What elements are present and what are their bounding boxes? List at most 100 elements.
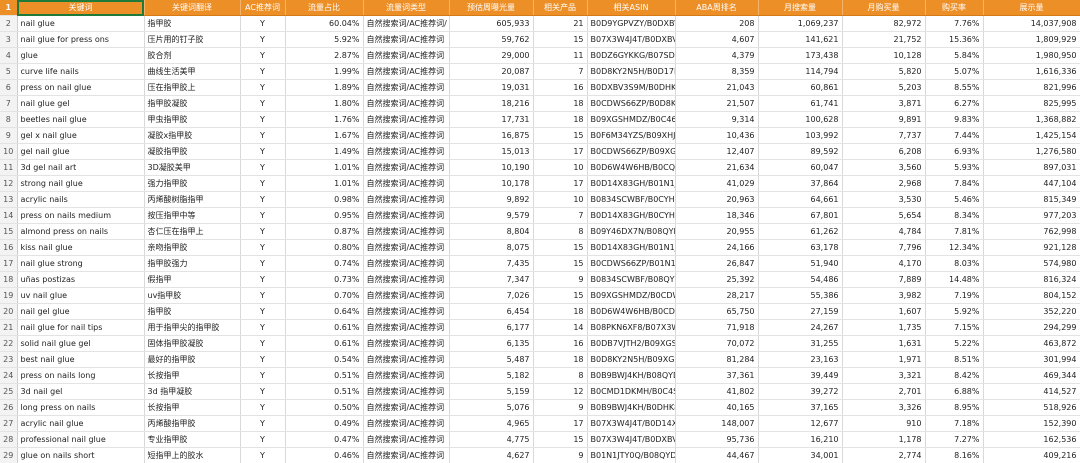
cell-traffic-share[interactable]: 0.47%	[285, 431, 364, 448]
cell-monthly-searches[interactable]: 64,661	[758, 191, 843, 208]
cell-related-asin[interactable]: B0D9YGPVZY/B0DXBV3	[587, 15, 676, 32]
cell-monthly-searches[interactable]: 39,449	[758, 367, 843, 384]
cell-ac-recommended[interactable]: Y	[240, 47, 286, 64]
cell-keyword-translation[interactable]: 3D凝胶美甲	[144, 159, 241, 176]
cell-weekly-impressions[interactable]: 5,182	[449, 367, 534, 384]
cell-aba-weekly-rank[interactable]: 10,436	[675, 127, 759, 144]
cell-aba-weekly-rank[interactable]: 21,043	[675, 79, 759, 96]
cell-related-products[interactable]: 14	[533, 319, 588, 336]
cell-traffic-share[interactable]: 1.89%	[285, 79, 364, 96]
cell-monthly-searches[interactable]: 89,592	[758, 143, 843, 160]
cell-purchase-rate[interactable]: 7.19%	[925, 287, 984, 304]
cell-weekly-impressions[interactable]: 9,579	[449, 207, 534, 224]
cell-traffic-keyword-type[interactable]: 自然搜索词/AC推荐词	[363, 431, 450, 448]
cell-ac-recommended[interactable]: Y	[240, 319, 286, 336]
cell-keyword[interactable]: acrylic nails	[17, 191, 145, 208]
row-number[interactable]: 1	[0, 0, 18, 16]
cell-aba-weekly-rank[interactable]: 9,314	[675, 111, 759, 128]
cell-related-products[interactable]: 11	[533, 47, 588, 64]
column-header-purchase-rate[interactable]: 购买率	[925, 0, 984, 16]
cell-keyword-translation[interactable]: 专业指甲胶	[144, 431, 241, 448]
cell-keyword-translation[interactable]: 指甲胶	[144, 303, 241, 320]
cell-keyword-translation[interactable]: 指甲胶强力	[144, 255, 241, 272]
cell-impressions[interactable]: 414,527	[983, 383, 1080, 400]
cell-related-asin[interactable]: B0CDWS66ZP/B0D8KY2	[587, 95, 676, 112]
cell-traffic-keyword-type[interactable]: 自然搜索词/AC推荐词	[363, 271, 450, 288]
cell-aba-weekly-rank[interactable]: 4,607	[675, 31, 759, 48]
cell-ac-recommended[interactable]: Y	[240, 271, 286, 288]
cell-traffic-keyword-type[interactable]: 自然搜索词/AC推荐词	[363, 223, 450, 240]
cell-traffic-keyword-type[interactable]: 自然搜索词/AC推荐词	[363, 399, 450, 416]
cell-aba-weekly-rank[interactable]: 81,284	[675, 351, 759, 368]
cell-traffic-share[interactable]: 0.98%	[285, 191, 364, 208]
column-header-traffic-share[interactable]: 流量占比	[285, 0, 364, 16]
cell-related-products[interactable]: 17	[533, 175, 588, 192]
column-header-ac-recommended[interactable]: AC推荐词	[240, 0, 286, 16]
cell-keyword-translation[interactable]: 3d 指甲凝胶	[144, 383, 241, 400]
cell-related-asin[interactable]: B0CDWS66ZP/B09XGSH	[587, 143, 676, 160]
cell-keyword[interactable]: glue	[17, 47, 145, 64]
cell-traffic-share[interactable]: 1.67%	[285, 127, 364, 144]
cell-impressions[interactable]: 463,872	[983, 335, 1080, 352]
cell-purchase-rate[interactable]: 5.92%	[925, 303, 984, 320]
cell-impressions[interactable]: 1,809,929	[983, 31, 1080, 48]
cell-traffic-keyword-type[interactable]: 自然搜索词/AC推荐词	[363, 79, 450, 96]
cell-traffic-keyword-type[interactable]: 自然搜索词/AC推荐词	[363, 127, 450, 144]
cell-related-asin[interactable]: B09Y46DX7N/B08QYD4	[587, 223, 676, 240]
cell-monthly-purchases[interactable]: 82,972	[842, 15, 926, 32]
cell-ac-recommended[interactable]: Y	[240, 335, 286, 352]
cell-keyword[interactable]: curve life nails	[17, 63, 145, 80]
cell-related-asin[interactable]: B0F6M34YZS/B09XHJ1C	[587, 127, 676, 144]
cell-keyword-translation[interactable]: 按压指甲中等	[144, 207, 241, 224]
cell-traffic-share[interactable]: 0.95%	[285, 207, 364, 224]
column-header-weekly-impressions[interactable]: 预估周曝光量	[449, 0, 534, 16]
cell-monthly-purchases[interactable]: 5,654	[842, 207, 926, 224]
cell-keyword-translation[interactable]: 丙烯酸树脂指甲	[144, 191, 241, 208]
cell-ac-recommended[interactable]: Y	[240, 287, 286, 304]
cell-traffic-keyword-type[interactable]: 自然搜索词/AC推荐词	[363, 255, 450, 272]
cell-keyword[interactable]: uv nail glue	[17, 287, 145, 304]
cell-keyword[interactable]: gel x nail glue	[17, 127, 145, 144]
cell-related-asin[interactable]: B0D14X83GH/B01N1JT	[587, 175, 676, 192]
cell-related-asin[interactable]: B0D6W4W6HB/B0CQY2	[587, 159, 676, 176]
cell-impressions[interactable]: 1,425,154	[983, 127, 1080, 144]
cell-keyword[interactable]: almond press on nails	[17, 223, 145, 240]
cell-related-products[interactable]: 12	[533, 383, 588, 400]
cell-aba-weekly-rank[interactable]: 20,963	[675, 191, 759, 208]
cell-weekly-impressions[interactable]: 6,454	[449, 303, 534, 320]
cell-ac-recommended[interactable]: Y	[240, 15, 286, 32]
cell-monthly-searches[interactable]: 103,992	[758, 127, 843, 144]
cell-ac-recommended[interactable]: Y	[240, 431, 286, 448]
cell-impressions[interactable]: 409,216	[983, 447, 1080, 463]
cell-related-products[interactable]: 18	[533, 351, 588, 368]
cell-aba-weekly-rank[interactable]: 25,392	[675, 271, 759, 288]
row-number[interactable]: 11	[0, 159, 18, 176]
cell-keyword-translation[interactable]: 用于指甲尖的指甲胶	[144, 319, 241, 336]
cell-ac-recommended[interactable]: Y	[240, 367, 286, 384]
cell-keyword-translation[interactable]: 曲线生活美甲	[144, 63, 241, 80]
cell-ac-recommended[interactable]: Y	[240, 447, 286, 463]
row-number[interactable]: 27	[0, 415, 18, 432]
cell-related-products[interactable]: 17	[533, 143, 588, 160]
cell-purchase-rate[interactable]: 5.46%	[925, 191, 984, 208]
cell-related-products[interactable]: 18	[533, 303, 588, 320]
cell-impressions[interactable]: 447,104	[983, 175, 1080, 192]
cell-weekly-impressions[interactable]: 5,487	[449, 351, 534, 368]
cell-traffic-share[interactable]: 0.73%	[285, 271, 364, 288]
row-number[interactable]: 3	[0, 31, 18, 48]
cell-monthly-searches[interactable]: 37,864	[758, 175, 843, 192]
row-number[interactable]: 2	[0, 15, 18, 32]
column-header-impressions[interactable]: 展示量	[983, 0, 1080, 16]
cell-impressions[interactable]: 1,980,950	[983, 47, 1080, 64]
cell-keyword[interactable]: 3d nail gel	[17, 383, 145, 400]
row-number[interactable]: 12	[0, 175, 18, 192]
cell-purchase-rate[interactable]: 14.48%	[925, 271, 984, 288]
cell-traffic-share[interactable]: 1.99%	[285, 63, 364, 80]
cell-purchase-rate[interactable]: 8.51%	[925, 351, 984, 368]
cell-related-products[interactable]: 9	[533, 399, 588, 416]
cell-monthly-purchases[interactable]: 1,631	[842, 335, 926, 352]
cell-impressions[interactable]: 821,996	[983, 79, 1080, 96]
cell-purchase-rate[interactable]: 9.83%	[925, 111, 984, 128]
row-number[interactable]: 6	[0, 79, 18, 96]
cell-traffic-share[interactable]: 0.64%	[285, 303, 364, 320]
